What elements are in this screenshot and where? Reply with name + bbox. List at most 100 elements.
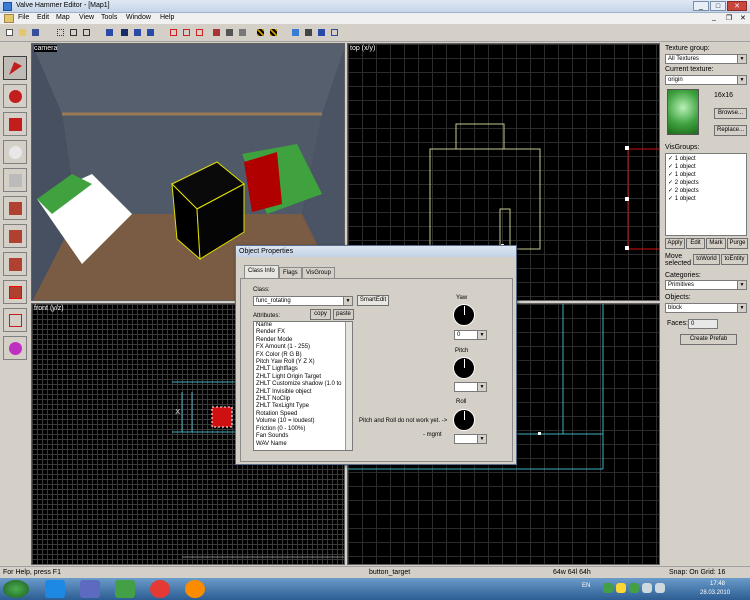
texture-lock-icon[interactable] bbox=[255, 27, 266, 38]
purge-button[interactable]: Purge bbox=[727, 238, 748, 249]
list-item[interactable]: Fan Sounds bbox=[254, 433, 352, 440]
list-item[interactable]: FX Color (R G B) bbox=[254, 352, 352, 359]
list-item[interactable]: ZHLT Light Origin Target bbox=[254, 374, 352, 381]
path-tool-icon[interactable] bbox=[3, 336, 27, 360]
selection-tool-icon[interactable] bbox=[3, 56, 27, 80]
copy-button[interactable]: copy bbox=[310, 309, 331, 320]
clock-date[interactable]: 28.03.2010 bbox=[700, 590, 730, 596]
new-icon[interactable] bbox=[4, 27, 15, 38]
tray-icon[interactable] bbox=[603, 583, 613, 593]
clock-time[interactable]: 17:48 bbox=[710, 581, 725, 587]
tab-visgroup[interactable]: VisGroup bbox=[302, 267, 335, 278]
pitch-dial[interactable] bbox=[453, 357, 475, 379]
language-indicator[interactable]: EN bbox=[582, 583, 590, 589]
to-world-button[interactable]: toWorld bbox=[693, 254, 720, 265]
group-icon[interactable] bbox=[194, 27, 205, 38]
mark-button[interactable]: Mark bbox=[706, 238, 726, 249]
class-select[interactable]: func_rotating ▼ bbox=[253, 296, 353, 306]
copy-icon[interactable] bbox=[224, 27, 235, 38]
opera-taskbar-icon[interactable] bbox=[150, 580, 170, 598]
list-item[interactable]: WAV Name bbox=[254, 441, 352, 448]
text-tool-icon[interactable] bbox=[329, 27, 340, 38]
list-item[interactable]: Rotation Speed bbox=[254, 411, 352, 418]
maximize-button[interactable]: □ bbox=[710, 1, 726, 11]
menu-edit[interactable]: Edit bbox=[37, 14, 49, 21]
camera-tool-icon[interactable] bbox=[3, 112, 27, 136]
ie-taskbar-icon[interactable] bbox=[45, 580, 65, 598]
objects-select[interactable]: block ▼ bbox=[665, 303, 747, 313]
tray-icon[interactable] bbox=[629, 583, 639, 593]
list-item[interactable]: ZHLT NoClip bbox=[254, 396, 352, 403]
edit-button[interactable]: Edit bbox=[686, 238, 705, 249]
tab-class-info[interactable]: Class Info bbox=[244, 265, 279, 278]
attributes-list[interactable]: Name Render FX Render Mode FX Amount (1 … bbox=[253, 321, 353, 451]
menu-tools[interactable]: Tools bbox=[101, 14, 117, 21]
start-button[interactable] bbox=[3, 580, 29, 598]
visgroups-list[interactable]: ✓ 1 object ✓ 1 object ✓ 1 object ✓ 2 obj… bbox=[665, 153, 747, 236]
doc-restore-icon[interactable]: ❐ bbox=[726, 14, 732, 22]
save-icon[interactable] bbox=[30, 27, 41, 38]
menu-help[interactable]: Help bbox=[160, 14, 174, 21]
open-icon[interactable] bbox=[17, 27, 28, 38]
visgroup-item[interactable]: ✓ 1 object bbox=[668, 163, 744, 171]
camera-mode-icon[interactable] bbox=[104, 27, 115, 38]
pitch-select[interactable]: ▼ bbox=[454, 382, 487, 392]
hide-items-icon[interactable] bbox=[132, 27, 143, 38]
steam-taskbar-icon[interactable] bbox=[80, 580, 100, 598]
load-pointfile-icon[interactable] bbox=[119, 27, 130, 38]
cut-icon[interactable] bbox=[211, 27, 222, 38]
create-prefab-button[interactable]: Create Prefab bbox=[680, 334, 737, 345]
minimize-button[interactable]: _ bbox=[693, 1, 709, 11]
list-item[interactable]: Pitch Yaw Roll (Y Z X) bbox=[254, 359, 352, 366]
apply-button[interactable]: Apply bbox=[665, 238, 685, 249]
list-item[interactable]: FX Amount (1 - 255) bbox=[254, 344, 352, 351]
run-map-icon[interactable] bbox=[290, 27, 301, 38]
volume-icon[interactable] bbox=[655, 583, 665, 593]
doc-minimize-icon[interactable]: _ bbox=[712, 14, 716, 21]
doc-close-icon[interactable]: ✕ bbox=[740, 14, 746, 22]
network-icon[interactable] bbox=[642, 583, 652, 593]
hammer-taskbar-icon[interactable] bbox=[185, 580, 205, 598]
visgroup-item[interactable]: ✓ 1 object bbox=[668, 195, 744, 203]
yaw-dial[interactable] bbox=[453, 304, 475, 326]
list-item[interactable]: Name bbox=[254, 322, 352, 329]
paste-button[interactable]: paste bbox=[333, 309, 354, 320]
magnify-tool-icon[interactable] bbox=[3, 84, 27, 108]
visgroup-item[interactable]: ✓ 2 objects bbox=[668, 187, 744, 195]
block-tool-icon[interactable] bbox=[3, 168, 27, 192]
utorrent-taskbar-icon[interactable] bbox=[115, 580, 135, 598]
texture-app-tool-icon[interactable] bbox=[3, 196, 27, 220]
menu-file[interactable]: File bbox=[18, 14, 29, 21]
clip-tool-icon[interactable] bbox=[3, 280, 27, 304]
menu-window[interactable]: Window bbox=[126, 14, 151, 21]
attributes-scrollbar[interactable] bbox=[345, 322, 352, 450]
visgroup-item[interactable]: ✓ 1 object bbox=[668, 155, 744, 163]
faces-input[interactable]: 0 bbox=[688, 319, 718, 329]
roll-dial[interactable] bbox=[453, 409, 475, 431]
texture-scale-icon[interactable] bbox=[268, 27, 279, 38]
check-problems-icon[interactable] bbox=[316, 27, 327, 38]
yaw-select[interactable]: 0 ▼ bbox=[454, 330, 487, 340]
categories-select[interactable]: Primitives ▼ bbox=[665, 280, 747, 290]
browse-button[interactable]: Browse... bbox=[714, 108, 747, 119]
hollow-icon[interactable] bbox=[181, 27, 192, 38]
entity-tool-icon[interactable] bbox=[3, 140, 27, 164]
entity-report-icon[interactable] bbox=[303, 27, 314, 38]
list-item[interactable]: Friction (0 - 100%) bbox=[254, 426, 352, 433]
close-button[interactable]: ✕ bbox=[727, 1, 747, 11]
grid-smaller-icon[interactable] bbox=[68, 27, 79, 38]
replace-button[interactable]: Replace... bbox=[714, 125, 747, 136]
to-entity-button[interactable]: toEntity bbox=[721, 254, 748, 265]
list-item[interactable]: ZHLT Lightflags bbox=[254, 366, 352, 373]
show-items-icon[interactable] bbox=[145, 27, 156, 38]
list-item[interactable]: Render FX bbox=[254, 329, 352, 336]
visgroup-item[interactable]: ✓ 1 object bbox=[668, 171, 744, 179]
list-item[interactable]: Render Mode bbox=[254, 337, 352, 344]
list-item[interactable]: ZHLT Invisible object bbox=[254, 389, 352, 396]
grid-toggle-icon[interactable] bbox=[55, 27, 66, 38]
decal-tool-icon[interactable] bbox=[3, 252, 27, 276]
list-item[interactable]: ZHLT TexLight Type bbox=[254, 403, 352, 410]
menu-map[interactable]: Map bbox=[56, 14, 70, 21]
list-item[interactable]: ZHLT Customize shadow (1.0 to bbox=[254, 381, 352, 388]
paste-icon[interactable] bbox=[237, 27, 248, 38]
